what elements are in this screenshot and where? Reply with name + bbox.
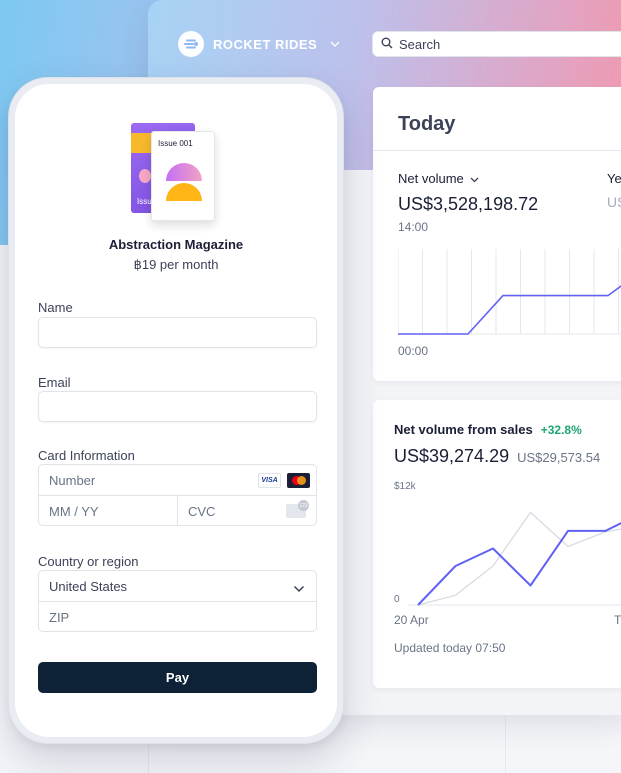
- country-label: Country or region: [38, 554, 139, 569]
- front-issue-label: Issue 001: [158, 139, 193, 148]
- email-field[interactable]: [38, 391, 317, 422]
- expiry-placeholder: MM / YY: [49, 504, 99, 519]
- today-card: Today Net volume US$3,528,198.72 14:00 Y…: [373, 87, 621, 381]
- name-label: Name: [38, 300, 73, 315]
- country-group: United States ZIP: [38, 570, 317, 632]
- cvc-badge: 123: [298, 500, 309, 511]
- expiry-field[interactable]: MM / YY: [39, 496, 178, 526]
- sales-change-badge: +32.8%: [540, 423, 582, 437]
- brand-switcher[interactable]: ROCKET RIDES: [178, 31, 340, 57]
- x-axis-start-label: 20 Apr: [394, 613, 429, 627]
- country-value: United States: [49, 579, 128, 594]
- net-volume-label: Net volume: [398, 171, 464, 186]
- chevron-down-icon: [293, 580, 305, 598]
- pay-button[interactable]: Pay: [38, 662, 317, 693]
- sales-header: Net volume from sales +32.8%: [394, 422, 582, 437]
- yesterday-label: Ye: [607, 171, 621, 186]
- chevron-down-icon: [330, 38, 340, 50]
- zip-field[interactable]: ZIP: [49, 610, 69, 625]
- sales-values: US$39,274.29 US$29,573.54: [394, 446, 600, 467]
- brand-name: ROCKET RIDES: [213, 36, 318, 52]
- y-axis-zero-label: 0: [394, 594, 400, 605]
- search-input[interactable]: Search: [372, 31, 621, 57]
- product-name: Abstraction Magazine: [108, 237, 244, 252]
- magazine-front-cover: Issue 001: [151, 131, 215, 221]
- card-info-group: Number VISA MM / YY CVC 123: [38, 464, 317, 526]
- search-placeholder: Search: [399, 36, 441, 52]
- cvc-card-icon: 123: [286, 500, 309, 518]
- name-field[interactable]: [38, 317, 317, 348]
- sales-card: Net volume from sales +32.8% US$39,274.2…: [373, 400, 621, 688]
- card-number-field[interactable]: Number VISA: [39, 465, 316, 496]
- updated-timestamp: Updated today 07:50: [394, 641, 506, 655]
- checkout-screen: Issue Issue 001 Abstraction Magazine ฿19…: [15, 84, 337, 737]
- net-volume-line: [398, 285, 621, 335]
- sales-chart: [408, 511, 621, 606]
- today-chart: [398, 249, 621, 335]
- product-price: ฿19 per month: [133, 257, 219, 272]
- phone-frame: Issue Issue 001 Abstraction Magazine ฿19…: [8, 77, 344, 744]
- email-label: Email: [38, 375, 71, 390]
- yesterday-value: US: [607, 194, 621, 210]
- card-number-placeholder: Number: [49, 473, 96, 488]
- net-volume-value: US$3,528,198.72: [398, 194, 539, 214]
- country-select[interactable]: United States: [39, 571, 316, 602]
- search-icon: [381, 37, 393, 52]
- previous-period-line: [417, 511, 621, 606]
- product-image: Issue Issue 001: [131, 117, 221, 227]
- net-volume-dropdown[interactable]: Net volume: [398, 171, 479, 186]
- net-volume-time: 14:00: [398, 220, 429, 234]
- sales-value: US$39,274.29: [394, 446, 510, 466]
- sales-previous-value: US$29,573.54: [517, 450, 601, 465]
- card-info-label: Card Information: [38, 448, 135, 463]
- chevron-down-icon: [470, 171, 479, 186]
- mastercard-icon: [287, 473, 310, 488]
- sales-title: Net volume from sales: [394, 422, 533, 437]
- background-divider: [505, 715, 506, 773]
- cvc-field[interactable]: CVC 123: [178, 496, 317, 526]
- today-axis-start: 00:00: [398, 344, 429, 358]
- visa-icon: VISA: [258, 473, 281, 488]
- today-title: Today: [398, 113, 456, 135]
- cover-dot: [139, 169, 151, 183]
- cover-semicircle-bottom: [166, 183, 202, 201]
- cvc-placeholder: CVC: [188, 504, 216, 519]
- current-period-line: [417, 522, 621, 606]
- rocket-logo-icon: [178, 31, 204, 57]
- x-axis-end-label: T: [614, 613, 621, 627]
- divider: [373, 150, 621, 151]
- cover-semicircle-top: [166, 163, 202, 181]
